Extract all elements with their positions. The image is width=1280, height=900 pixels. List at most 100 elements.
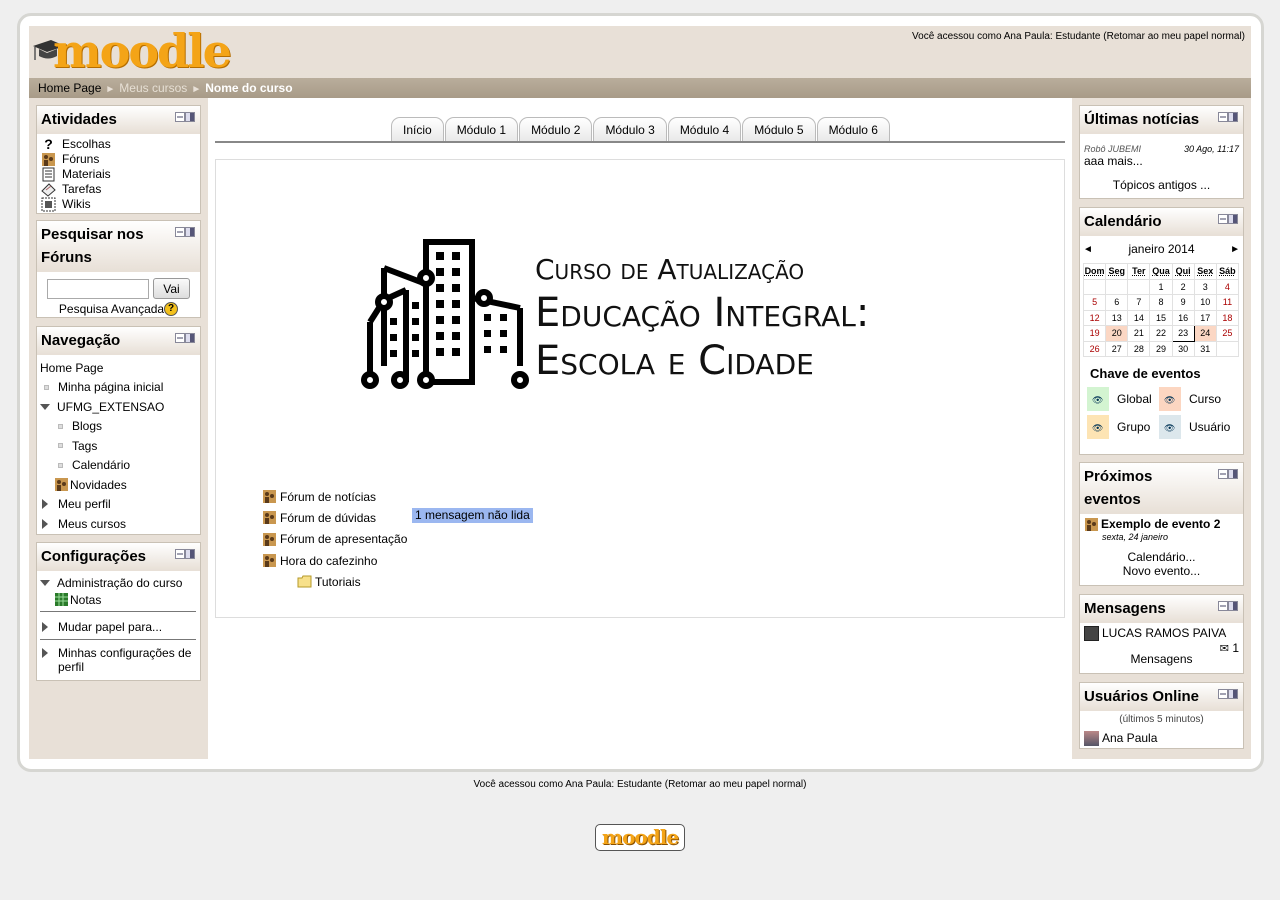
tab-module-6[interactable]: Módulo 6 <box>816 117 890 141</box>
block-hide-icon[interactable] <box>175 333 195 343</box>
forum-search-input[interactable] <box>47 278 149 299</box>
footer-moodle-logo[interactable]: moodle <box>595 824 685 851</box>
folder-tutorials[interactable]: Tutoriais <box>262 571 407 592</box>
tab-module-1[interactable]: Módulo 1 <box>444 117 519 141</box>
tab-start[interactable]: Início <box>391 117 444 141</box>
calendar-day[interactable]: 19 <box>1082 325 1107 342</box>
calendar-day[interactable]: 21 <box>1127 325 1151 342</box>
settings-grades[interactable]: Notas <box>40 592 196 607</box>
calendar-day[interactable]: 24 <box>1193 325 1217 342</box>
activity-wikis[interactable]: Wikis <box>41 197 196 212</box>
calendar-day[interactable]: 13 <box>1105 309 1129 326</box>
calendar-day[interactable]: 22 <box>1149 325 1173 342</box>
settings-my-profile[interactable]: Minhas configurações de perfil <box>40 646 196 674</box>
forum-questions[interactable]: Fórum de dúvidas <box>262 507 407 528</box>
nav-my-courses[interactable]: Meus cursos <box>40 514 196 534</box>
tab-module-2[interactable]: Módulo 2 <box>519 117 593 141</box>
block-hide-icon[interactable] <box>175 112 195 122</box>
calendar-day[interactable]: 4 <box>1215 278 1240 295</box>
breadcrumb-home[interactable]: Home Page <box>38 81 101 95</box>
block-hide-icon[interactable] <box>175 227 195 237</box>
activity-resources[interactable]: Materiais <box>41 167 196 182</box>
calendar-day[interactable]: 26 <box>1082 340 1107 357</box>
calendar-day[interactable]: 31 <box>1193 340 1217 357</box>
activity-assignments[interactable]: Tarefas <box>41 182 196 197</box>
calendar-day[interactable]: 25 <box>1215 325 1240 342</box>
new-event-link[interactable]: Novo evento... <box>1084 564 1239 578</box>
calendar-day[interactable]: 6 <box>1105 294 1129 311</box>
calendar-day[interactable]: 3 <box>1193 278 1217 295</box>
forum-icon <box>55 478 68 492</box>
calendar-day[interactable]: 18 <box>1215 309 1240 326</box>
collapsed-icon <box>42 499 48 510</box>
nav-profile[interactable]: Meu perfil <box>40 495 196 515</box>
calendar-day[interactable]: 12 <box>1082 309 1107 326</box>
forum-coffee[interactable]: Hora do cafezinho <box>262 550 407 571</box>
calendar-day[interactable]: 9 <box>1171 294 1195 311</box>
calendar-day[interactable]: 2 <box>1171 278 1195 295</box>
tab-module-4[interactable]: Módulo 4 <box>667 117 742 141</box>
tab-module-3[interactable]: Módulo 3 <box>593 117 667 141</box>
calendar-day[interactable]: 17 <box>1193 309 1217 326</box>
calendar-day[interactable]: 7 <box>1127 294 1151 311</box>
nav-my-home[interactable]: Minha página inicial <box>40 378 196 398</box>
calendar-day[interactable]: 30 <box>1171 340 1195 357</box>
calendar-day[interactable]: 27 <box>1105 340 1129 357</box>
unread-messages-link[interactable]: 1 mensagem não lida <box>412 508 533 523</box>
forum-introductions[interactable]: Fórum de apresentação <box>262 529 407 550</box>
breadcrumb-my-courses[interactable]: Meus cursos <box>119 81 187 95</box>
tab-module-5[interactable]: Módulo 5 <box>742 117 816 141</box>
key-group[interactable]: 👁 Grupo <box>1087 413 1159 441</box>
folder-icon <box>297 575 312 588</box>
nav-home[interactable]: Home Page <box>40 358 196 378</box>
calendar-day[interactable]: 8 <box>1149 294 1173 311</box>
calendar-day[interactable]: 15 <box>1149 309 1173 326</box>
block-hide-icon[interactable] <box>1218 112 1238 122</box>
forum-search-button[interactable]: Vai <box>153 278 190 299</box>
messages-link[interactable]: Mensagens <box>1084 652 1239 666</box>
activity-choices[interactable]: ? Escolhas <box>41 137 196 152</box>
calendar-day[interactable]: 20 <box>1105 325 1129 342</box>
help-icon[interactable]: ? <box>164 302 179 316</box>
forum-icon <box>263 490 276 504</box>
older-topics-link[interactable]: Tópicos antigos ... <box>1084 178 1239 192</box>
next-month-button[interactable]: ► <box>1230 244 1240 255</box>
settings-switch-role[interactable]: Mudar papel para... <box>40 618 196 635</box>
key-course[interactable]: 👁 Curso <box>1159 385 1239 413</box>
message-sender[interactable]: LUCAS RAMOS PAIVA <box>1084 626 1239 641</box>
nav-tags[interactable]: Tags <box>40 436 196 456</box>
nav-blogs[interactable]: Blogs <box>40 417 196 437</box>
calendar-day[interactable]: 5 <box>1082 294 1107 311</box>
calendar-day[interactable]: 1 <box>1149 278 1173 295</box>
upcoming-event[interactable]: Exemplo de evento 2 <box>1084 517 1239 532</box>
calendar-link[interactable]: Calendário... <box>1084 550 1239 564</box>
calendar-day[interactable]: 29 <box>1149 340 1173 357</box>
settings-course-admin[interactable]: Administração do curso <box>40 574 196 592</box>
moodle-logo[interactable]: moodle <box>31 24 232 78</box>
calendar-day[interactable]: 11 <box>1215 294 1240 311</box>
online-user[interactable]: Ana Paula <box>1084 731 1239 746</box>
calendar-day[interactable]: 23 <box>1171 325 1195 342</box>
activity-forums[interactable]: Fóruns <box>41 152 196 167</box>
nav-calendar[interactable]: Calendário <box>40 456 196 476</box>
calendar-day[interactable]: 10 <box>1193 294 1217 311</box>
block-hide-icon[interactable] <box>1218 214 1238 224</box>
nav-course[interactable]: UFMG_EXTENSAO <box>40 397 196 417</box>
calendar-day[interactable]: 14 <box>1127 309 1151 326</box>
login-info[interactable]: Você acessou como Ana Paula: Estudante (… <box>912 31 1245 42</box>
news-text[interactable]: aaa mais... <box>1084 154 1239 168</box>
grades-icon <box>55 593 68 606</box>
block-hide-icon[interactable] <box>1218 689 1238 699</box>
block-hide-icon[interactable] <box>1218 601 1238 611</box>
forum-news[interactable]: Fórum de notícias <box>262 486 407 507</box>
block-hide-icon[interactable] <box>175 549 195 559</box>
block-hide-icon[interactable] <box>1218 469 1238 479</box>
calendar-day[interactable]: 28 <box>1127 340 1151 357</box>
prev-month-button[interactable]: ◄ <box>1083 244 1093 255</box>
nav-news[interactable]: Novidades <box>40 475 196 495</box>
calendar-day[interactable]: 16 <box>1171 309 1195 326</box>
advanced-search-link[interactable]: Pesquisa Avançada <box>59 302 164 316</box>
key-global[interactable]: 👁 Global <box>1087 385 1159 413</box>
key-user[interactable]: 👁 Usuário <box>1159 413 1239 441</box>
footer-login-info[interactable]: Você acessou como Ana Paula: Estudante (… <box>0 779 1280 790</box>
